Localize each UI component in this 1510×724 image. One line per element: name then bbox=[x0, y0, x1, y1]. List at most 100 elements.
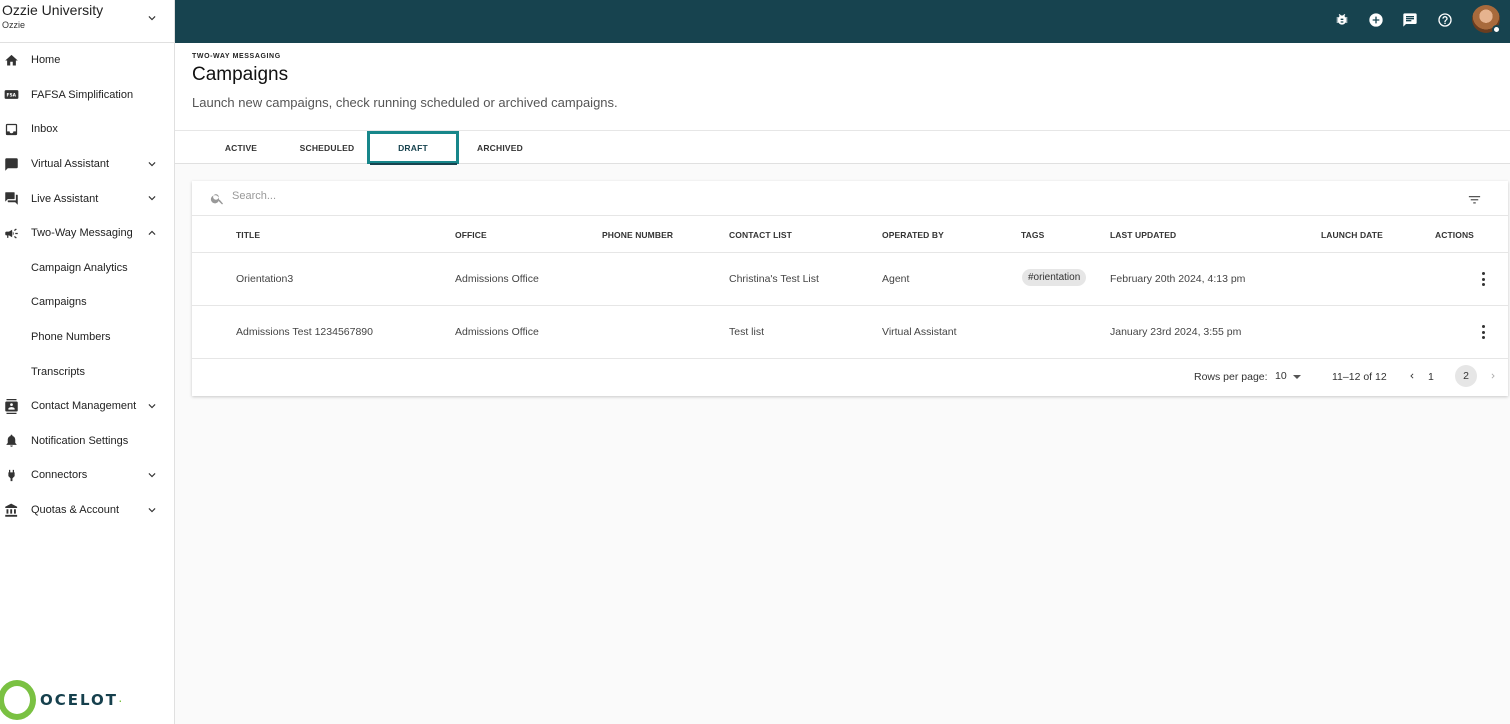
sidebar-item-label: Two-Way Messaging bbox=[31, 227, 133, 240]
forum-icon bbox=[3, 191, 19, 207]
inbox-icon bbox=[3, 121, 19, 137]
sidebar-item-label: FAFSA Simplification bbox=[31, 88, 134, 101]
column-header-contact-list[interactable]: CONTACT LIST bbox=[729, 230, 792, 240]
chat-icon bbox=[3, 156, 19, 172]
sidebar-item-label: Inbox bbox=[31, 123, 58, 136]
campaigns-table-card: TITLE OFFICE PHONE NUMBER CONTACT LIST O… bbox=[192, 181, 1508, 396]
help-icon[interactable] bbox=[1436, 11, 1454, 29]
breadcrumb: TWO-WAY MESSAGING bbox=[192, 53, 281, 60]
bell-icon bbox=[3, 433, 19, 449]
user-avatar[interactable] bbox=[1472, 5, 1501, 34]
sidebar-item-label: Connectors bbox=[31, 469, 88, 482]
caret-down-icon[interactable] bbox=[1293, 375, 1301, 379]
sidebar-item-label: Live Assistant bbox=[31, 192, 99, 205]
sidebar-item-label: Campaigns bbox=[31, 296, 87, 309]
sidebar: Ozzie University Ozzie Home FSA FAFSA Si… bbox=[0, 0, 175, 724]
cell-operated-by: Virtual Assistant bbox=[882, 326, 957, 338]
column-header-launch-date[interactable]: LAUNCH DATE bbox=[1321, 230, 1383, 240]
org-switcher[interactable]: Ozzie University Ozzie bbox=[0, 0, 174, 43]
search-icon bbox=[210, 194, 223, 205]
home-icon bbox=[3, 52, 19, 68]
cell-contact-list: Test list bbox=[729, 326, 765, 338]
table-header: TITLE OFFICE PHONE NUMBER CONTACT LIST O… bbox=[192, 216, 1508, 253]
sidebar-item-campaign-analytics[interactable]: Campaign Analytics bbox=[0, 251, 174, 286]
pagination: Rows per page: 10 11–12 of 12 1 2 bbox=[192, 359, 1508, 396]
fsa-icon: FSA bbox=[3, 87, 19, 103]
search-bar bbox=[192, 181, 1508, 216]
sidebar-item-label: Phone Numbers bbox=[31, 331, 111, 344]
sidebar-item-home[interactable]: Home bbox=[0, 43, 174, 78]
sidebar-item-campaigns[interactable]: Campaigns bbox=[0, 285, 174, 320]
cell-title: Admissions Test 1234567890 bbox=[236, 326, 373, 338]
sidebar-item-virtual-assistant[interactable]: Virtual Assistant bbox=[0, 147, 174, 182]
chevron-down-icon[interactable] bbox=[145, 157, 159, 171]
sidebar-item-quotas-account[interactable]: Quotas & Account bbox=[0, 493, 174, 528]
chevron-down-icon[interactable] bbox=[145, 399, 159, 413]
sidebar-item-contact-management[interactable]: Contact Management bbox=[0, 389, 174, 424]
cell-office: Admissions Office bbox=[455, 273, 539, 285]
chevron-down-icon[interactable] bbox=[145, 191, 159, 205]
sidebar-item-two-way-messaging[interactable]: Two-Way Messaging bbox=[0, 216, 174, 251]
bank-icon bbox=[3, 502, 19, 518]
tab-indicator bbox=[370, 163, 457, 165]
page-1-button[interactable]: 1 bbox=[1428, 371, 1434, 383]
sidebar-item-label: Notification Settings bbox=[31, 434, 129, 447]
sidebar-item-notification-settings[interactable]: Notification Settings bbox=[0, 424, 174, 459]
more-actions-icon[interactable] bbox=[1482, 272, 1486, 286]
campaign-tabs: ACTIVE SCHEDULED DRAFT ARCHIVED bbox=[175, 130, 1510, 165]
cell-office: Admissions Office bbox=[455, 326, 539, 338]
status-indicator bbox=[1492, 25, 1501, 34]
rows-per-page-select[interactable]: 10 bbox=[1275, 370, 1287, 382]
logo-text: OCELOT bbox=[40, 691, 119, 709]
sidebar-item-live-assistant[interactable]: Live Assistant bbox=[0, 181, 174, 216]
column-header-actions: ACTIONS bbox=[1435, 230, 1474, 240]
bug-icon[interactable] bbox=[1333, 11, 1351, 29]
chevron-left-icon[interactable] bbox=[1407, 370, 1417, 382]
cell-title: Orientation3 bbox=[236, 273, 294, 285]
cell-operated-by: Agent bbox=[882, 273, 910, 285]
column-header-operated-by[interactable]: OPERATED BY bbox=[882, 230, 944, 240]
top-bar bbox=[175, 0, 1510, 43]
table-row[interactable]: Admissions Test 1234567890 Admissions Of… bbox=[192, 306, 1508, 359]
sidebar-item-label: Contact Management bbox=[31, 400, 137, 413]
more-actions-icon[interactable] bbox=[1482, 325, 1486, 339]
column-header-title[interactable]: TITLE bbox=[236, 230, 260, 240]
logo-dot: · bbox=[118, 692, 123, 708]
sidebar-item-transcripts[interactable]: Transcripts bbox=[0, 354, 174, 389]
add-circle-icon[interactable] bbox=[1367, 11, 1385, 29]
sidebar-item-fafsa[interactable]: FSA FAFSA Simplification bbox=[0, 78, 174, 113]
chevron-down-icon[interactable] bbox=[145, 503, 159, 517]
chevron-right-icon[interactable] bbox=[1488, 370, 1498, 382]
chevron-down-icon[interactable] bbox=[145, 11, 159, 25]
cell-contact-list: Christina's Test List bbox=[729, 273, 819, 285]
column-header-phone-number[interactable]: PHONE NUMBER bbox=[602, 230, 673, 240]
filter-icon[interactable] bbox=[1467, 192, 1482, 205]
tab-archived[interactable]: ARCHIVED bbox=[458, 131, 542, 164]
tab-scheduled[interactable]: SCHEDULED bbox=[285, 131, 369, 164]
tag-chip[interactable]: #orientation bbox=[1022, 269, 1087, 286]
tab-draft[interactable]: DRAFT bbox=[367, 131, 459, 164]
plug-icon bbox=[3, 467, 19, 483]
column-header-office[interactable]: OFFICE bbox=[455, 230, 487, 240]
sidebar-item-phone-numbers[interactable]: Phone Numbers bbox=[0, 320, 174, 355]
sidebar-nav: Home FSA FAFSA Simplification Inbox Virt… bbox=[0, 43, 174, 527]
contacts-icon bbox=[3, 398, 19, 414]
column-header-last-updated[interactable]: LAST UPDATED bbox=[1110, 230, 1176, 240]
logo-mark bbox=[0, 680, 36, 720]
search-input[interactable] bbox=[232, 190, 632, 202]
cell-last-updated: January 23rd 2024, 3:55 pm bbox=[1110, 326, 1242, 338]
table-row[interactable]: Orientation3 Admissions Office Christina… bbox=[192, 253, 1508, 306]
cell-last-updated: February 20th 2024, 4:13 pm bbox=[1110, 273, 1246, 285]
tab-active[interactable]: ACTIVE bbox=[199, 131, 283, 164]
chevron-up-icon[interactable] bbox=[145, 226, 159, 240]
page-header: TWO-WAY MESSAGING Campaigns Launch new c… bbox=[175, 43, 1510, 130]
chevron-down-icon[interactable] bbox=[145, 468, 159, 482]
column-header-tags[interactable]: TAGS bbox=[1021, 230, 1044, 240]
rows-per-page-label: Rows per page: bbox=[1194, 371, 1268, 383]
page-2-button[interactable]: 2 bbox=[1455, 365, 1477, 387]
message-icon[interactable] bbox=[1401, 11, 1419, 29]
sidebar-item-inbox[interactable]: Inbox bbox=[0, 112, 174, 147]
sidebar-item-connectors[interactable]: Connectors bbox=[0, 458, 174, 493]
sidebar-item-label: Virtual Assistant bbox=[31, 158, 110, 171]
sidebar-item-label: Home bbox=[31, 54, 61, 67]
